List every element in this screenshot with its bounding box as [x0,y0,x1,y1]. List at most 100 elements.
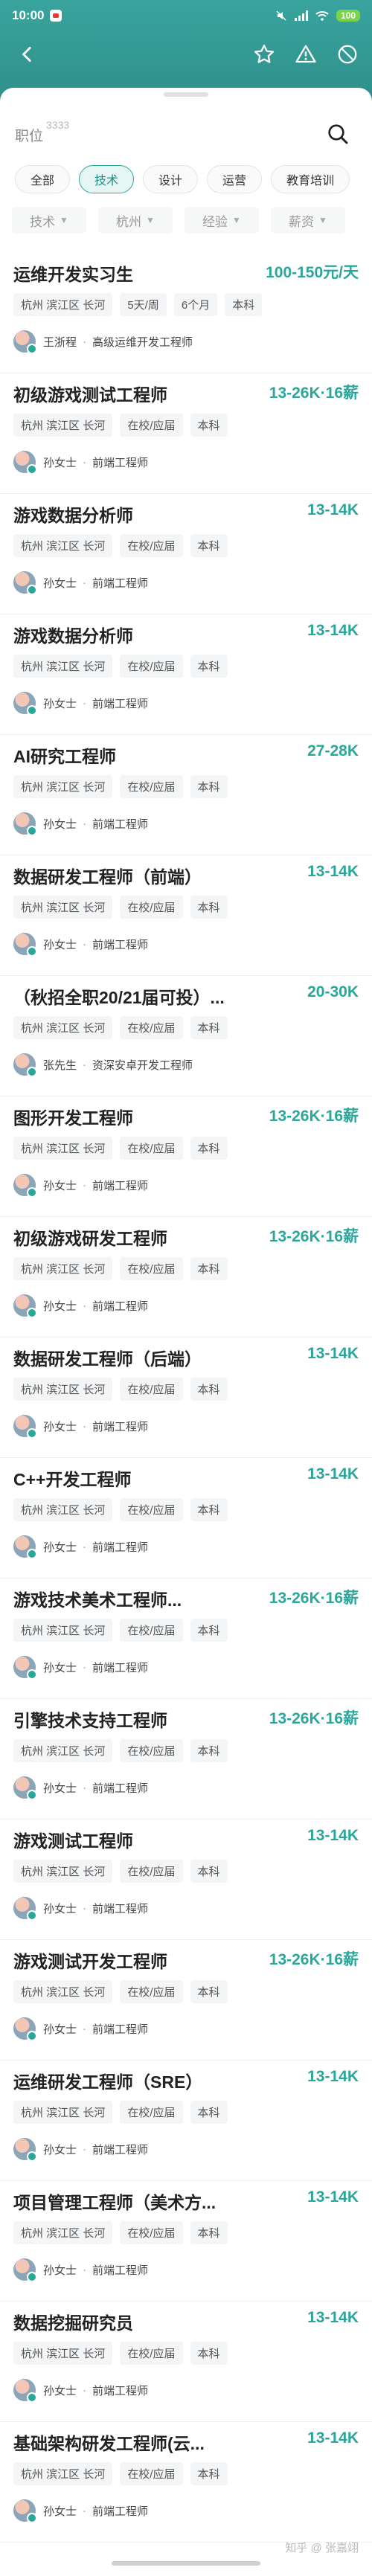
job-card[interactable]: 游戏测试开发工程师 13-26K·16薪 杭州 滨江区 长河 在校/应届 本科 孙女… [0,1940,372,2061]
job-tag: 在校/应届 [120,2221,183,2244]
filter-row: 技术 ▼ 杭州 ▼ 经验 ▼ 薪资 ▼ [0,207,372,234]
warning-icon[interactable] [295,43,317,65]
job-card[interactable]: 运维开发实习生 100-150元/天 杭州 滨江区 长河 5天/周 6个月 本科 王浙… [0,253,372,373]
job-salary: 13-14K [307,1465,359,1483]
job-tag: 在校/应届 [120,1980,183,2003]
search-label[interactable]: 职位 [15,125,43,145]
separator-dot: · [83,2504,87,2517]
job-tags: 杭州 滨江区 长河 在校/应届 本科 [13,534,228,557]
recruiter-row: 孙女士 · 前端工程师 [13,1415,148,1439]
sheet-handle[interactable] [164,92,208,97]
recruiter-row: 孙女士 · 前端工程师 [13,1294,149,1318]
recruiter-role: 前端工程师 [92,1300,149,1313]
job-tags: 杭州 滨江区 长河 在校/应届 本科 [13,1980,228,2003]
avatar [13,1535,37,1559]
job-card[interactable]: 游戏数据分析师 13-14K 杭州 滨江区 长河 在校/应届 本科 孙女士 · 前端… [0,494,372,614]
job-card[interactable]: 项目管理工程师（美术方... 13-14K 杭州 滨江区 长河 在校/应届 本科 孙… [0,2181,372,2302]
job-tag: 本科 [190,1257,228,1280]
online-status-icon [27,344,37,354]
separator-dot: · [83,455,87,469]
star-icon[interactable] [253,43,275,65]
job-tag: 在校/应届 [120,414,183,437]
search-icon[interactable] [326,122,350,146]
job-tag: 本科 [190,1619,228,1642]
job-tag: 本科 [190,534,228,557]
block-icon[interactable] [336,43,359,65]
avatar [13,2499,37,2523]
job-card[interactable]: 数据研发工程师（前端） 13-14K 杭州 滨江区 长河 在校/应届 本科 孙女士 … [0,855,372,976]
separator-dot: · [83,2142,87,2156]
filter-salary[interactable]: 薪资 ▼ [271,207,345,234]
job-salary: 13-14K [307,622,359,639]
recruiter-name: 孙女士 [43,2384,77,2397]
job-salary: 13-14K [307,2309,359,2326]
job-tags: 杭州 滨江区 长河 在校/应届 本科 [13,655,228,678]
job-card[interactable]: C++开发工程师 13-14K 杭州 滨江区 长河 在校/应届 本科 孙女士 · 前… [0,1458,372,1578]
job-tag: 在校/应届 [120,1257,183,1280]
job-tag: 在校/应届 [120,1137,183,1160]
recruiter-row: 孙女士 · 前端工程师 [13,1897,148,1921]
filter-label: 经验 [202,214,228,229]
recruiter-name: 孙女士 [43,1420,77,1433]
recruiter-role: 前端工程师 [92,818,149,831]
status-time: 10:00 [12,8,45,22]
job-tag: 本科 [190,1739,228,1762]
job-tag: 在校/应届 [120,775,183,798]
job-title: 项目管理工程师（美术方... [13,2193,217,2212]
tab-education[interactable]: 教育培训 [271,165,350,193]
nav-actions [253,43,359,65]
filter-city[interactable]: 杭州 ▼ [98,207,173,234]
recruiter-name: 王浙程 [43,335,77,349]
job-salary: 13-14K [307,2429,359,2447]
job-title: C++开发工程师 [13,1470,132,1489]
job-salary: 13-26K·16薪 [269,1108,359,1125]
job-tag: 杭州 滨江区 长河 [13,2462,113,2485]
job-tags: 杭州 滨江区 长河 在校/应届 本科 [13,1619,228,1642]
status-indicators: 100 [275,10,360,22]
separator-dot: · [83,1540,87,1553]
job-list: 运维开发实习生 100-150元/天 杭州 滨江区 长河 5天/周 6个月 本科 王浙… [0,253,372,2543]
avatar [13,692,37,716]
job-card[interactable]: 基础架构研发工程师(云... 13-14K 杭州 滨江区 长河 在校/应届 本科 孙… [0,2422,372,2543]
job-card[interactable]: 引擎技术支持工程师 13-26K·16薪 杭州 滨江区 长河 在校/应届 本科 孙女… [0,1699,372,1819]
nav-bar [0,31,372,77]
job-title: 游戏数据分析师 [13,626,133,646]
separator-dot: · [83,2383,87,2397]
job-card[interactable]: 游戏技术美术工程师... 13-26K·16薪 杭州 滨江区 长河 在校/应届 本科… [0,1578,372,1699]
job-card[interactable]: 运维研发工程师（SRE） 13-14K 杭州 滨江区 长河 在校/应届 本科 孙女士… [0,2061,372,2181]
recruiter-role: 资深安卓开发工程师 [92,1059,193,1072]
job-card[interactable]: 初级游戏测试工程师 13-26K·16薪 杭州 滨江区 长河 在校/应届 本科 孙女… [0,373,372,494]
home-indicator [112,2561,260,2566]
job-card[interactable]: 初级游戏研发工程师 13-26K·16薪 杭州 滨江区 长河 在校/应届 本科 孙女… [0,1217,372,1337]
filter-experience[interactable]: 经验 ▼ [185,207,259,234]
job-card[interactable]: 游戏数据分析师 13-14K 杭州 滨江区 长河 在校/应届 本科 孙女士 · 前端… [0,614,372,735]
job-card[interactable]: 数据挖掘研究员 13-14K 杭州 滨江区 长河 在校/应届 本科 孙女士 · 前端… [0,2302,372,2422]
online-status-icon [27,1428,37,1439]
job-card[interactable]: 游戏测试工程师 13-14K 杭州 滨江区 长河 在校/应届 本科 孙女士 · 前端… [0,1819,372,1940]
job-tags: 杭州 滨江区 长河 在校/应届 本科 [13,2342,228,2365]
tab-operations[interactable]: 运营 [207,165,263,193]
job-title: 初级游戏研发工程师 [13,1229,167,1248]
tab-all[interactable]: 全部 [15,165,71,193]
job-card[interactable]: 图形开发工程师 13-26K·16薪 杭州 滨江区 长河 在校/应届 本科 孙女士 … [0,1096,372,1217]
job-card[interactable]: AI研究工程师 27-28K 杭州 滨江区 长河 在校/应届 本科 孙女士 · 前端… [0,735,372,855]
job-tag: 杭州 滨江区 长河 [13,2221,113,2244]
online-status-icon [27,2031,37,2041]
job-salary: 13-14K [307,2188,359,2206]
filter-label: 技术 [30,214,56,229]
job-tags: 杭州 滨江区 长河 在校/应届 本科 [13,896,228,919]
job-salary: 13-26K·16薪 [269,1228,359,1245]
separator-dot: · [83,1178,87,1192]
avatar [13,2379,37,2403]
tab-tech[interactable]: 技术 [79,165,135,193]
job-tag: 杭州 滨江区 长河 [13,775,113,798]
tab-design[interactable]: 设计 [143,165,199,193]
job-tag: 本科 [190,896,228,919]
avatar [13,2138,37,2162]
recruiter-role: 前端工程师 [92,2505,149,2518]
job-card[interactable]: （秋招全职20/21届可投）... 20-30K 杭州 滨江区 长河 在校/应届本… [0,976,372,1096]
job-tag: 本科 [190,1498,228,1521]
filter-tech[interactable]: 技术 ▼ [12,207,86,234]
back-arrow-icon[interactable] [18,45,37,64]
job-card[interactable]: 数据研发工程师（后端） 13-14K 杭州 滨江区 长河 在校/应届 本科 孙女士 … [0,1337,372,1458]
